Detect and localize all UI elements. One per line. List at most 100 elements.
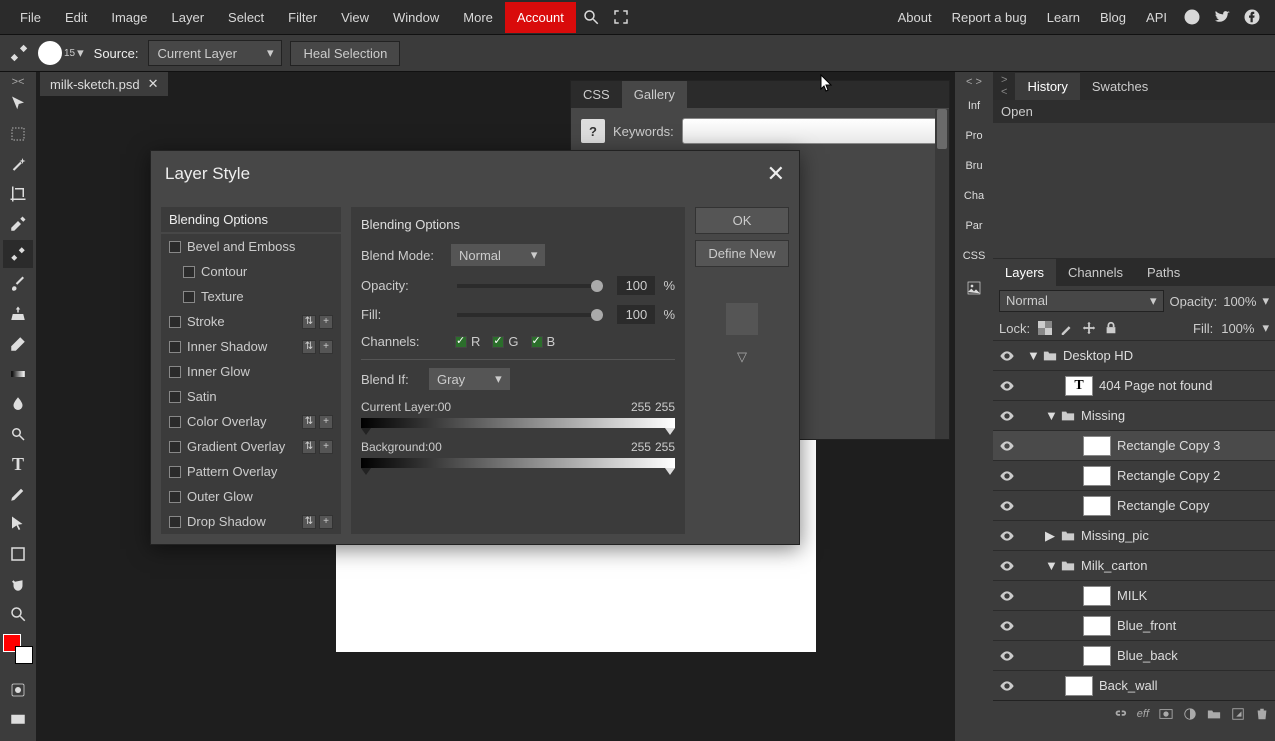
layer-mask-icon[interactable]: [1159, 707, 1173, 721]
layer-row[interactable]: Back_wall: [993, 670, 1275, 700]
effect-checkbox[interactable]: [183, 266, 195, 278]
opacity-input[interactable]: 100: [617, 276, 655, 295]
tab-css[interactable]: CSS: [571, 81, 622, 108]
opacity-chevron-icon[interactable]: ▾: [1262, 293, 1269, 309]
color-swatches[interactable]: [3, 634, 33, 664]
menu-file[interactable]: File: [8, 2, 53, 33]
effect-reorder-icon[interactable]: ⇅: [302, 440, 316, 454]
quickmask-toggle[interactable]: [3, 676, 33, 704]
tab-paths[interactable]: Paths: [1135, 259, 1192, 286]
menu-layer[interactable]: Layer: [160, 2, 217, 33]
define-new-button[interactable]: Define New: [695, 240, 789, 267]
channel-g-checkbox[interactable]: G: [492, 334, 518, 349]
menu-about[interactable]: About: [888, 2, 942, 33]
channel-b-checkbox[interactable]: B: [531, 334, 556, 349]
layer-row[interactable]: MILK: [993, 580, 1275, 610]
effect-reorder-icon[interactable]: ⇅: [302, 340, 316, 354]
effect-checkbox[interactable]: [169, 516, 181, 528]
menu-window[interactable]: Window: [381, 2, 451, 33]
heal-tool[interactable]: [3, 240, 33, 268]
crop-tool[interactable]: [3, 180, 33, 208]
wand-tool[interactable]: [3, 150, 33, 178]
sidetab-character[interactable]: Cha: [960, 184, 988, 208]
document-tab[interactable]: milk-sketch.psd ✕: [40, 72, 168, 96]
effect-drop-shadow[interactable]: Drop Shadow⇅+: [161, 509, 341, 534]
blendif-bg-slider[interactable]: [361, 458, 675, 468]
visibility-icon[interactable]: [999, 618, 1015, 634]
blendif-curlayer-slider[interactable]: [361, 418, 675, 428]
type-tool[interactable]: T: [3, 450, 33, 478]
gradient-tool[interactable]: [3, 360, 33, 388]
dialog-close-icon[interactable]: ✕: [767, 161, 785, 187]
layer-row[interactable]: ▶Missing_pic: [993, 520, 1275, 550]
delete-layer-icon[interactable]: [1255, 707, 1269, 721]
sidetab-paragraph[interactable]: Par: [961, 214, 986, 238]
expand-icon[interactable]: ▼: [1045, 558, 1055, 573]
channel-r-checkbox[interactable]: R: [455, 334, 480, 349]
effect-add-icon[interactable]: +: [319, 515, 333, 529]
layer-fill-value[interactable]: 100%: [1221, 321, 1254, 336]
sidetab-brush[interactable]: Bru: [961, 154, 986, 178]
effect-checkbox[interactable]: [183, 291, 195, 303]
new-layer-icon[interactable]: [1231, 707, 1245, 721]
preview-chevron-icon[interactable]: ▽: [737, 349, 747, 365]
visibility-icon[interactable]: [999, 648, 1015, 664]
effect-bevel-and-emboss[interactable]: Bevel and Emboss: [161, 234, 341, 259]
layer-effects-button[interactable]: eff: [1137, 708, 1149, 720]
visibility-icon[interactable]: [999, 348, 1015, 364]
blendif-dropdown[interactable]: Gray▾: [429, 368, 510, 390]
blur-tool[interactable]: [3, 390, 33, 418]
effect-color-overlay[interactable]: Color Overlay⇅+: [161, 409, 341, 434]
effect-checkbox[interactable]: [169, 491, 181, 503]
tab-history[interactable]: History: [1015, 73, 1079, 100]
effect-gradient-overlay[interactable]: Gradient Overlay⇅+: [161, 434, 341, 459]
lock-move-icon[interactable]: [1082, 321, 1096, 335]
menu-blog[interactable]: Blog: [1090, 2, 1136, 33]
marquee-tool[interactable]: [3, 120, 33, 148]
background-color[interactable]: [15, 646, 33, 664]
menu-select[interactable]: Select: [216, 2, 276, 33]
zoom-tool[interactable]: [3, 600, 33, 628]
tab-swatches[interactable]: Swatches: [1080, 73, 1160, 100]
menu-more[interactable]: More: [451, 2, 505, 33]
fill-slider[interactable]: [457, 313, 603, 317]
visibility-icon[interactable]: [999, 558, 1015, 574]
effect-checkbox[interactable]: [169, 416, 181, 428]
effect-checkbox[interactable]: [169, 466, 181, 478]
dodge-tool[interactable]: [3, 420, 33, 448]
opacity-slider[interactable]: [457, 284, 603, 288]
effects-header[interactable]: Blending Options: [161, 207, 341, 232]
clone-tool[interactable]: [3, 300, 33, 328]
effect-stroke[interactable]: Stroke⇅+: [161, 309, 341, 334]
source-dropdown[interactable]: Current Layer▾: [148, 40, 282, 66]
layer-row[interactable]: Rectangle Copy: [993, 490, 1275, 520]
effect-reorder-icon[interactable]: ⇅: [302, 315, 316, 329]
move-tool[interactable]: [3, 90, 33, 118]
heal-selection-button[interactable]: Heal Selection: [290, 41, 400, 66]
expand-icon[interactable]: ▶: [1045, 528, 1055, 544]
effect-contour[interactable]: Contour: [161, 259, 341, 284]
effect-checkbox[interactable]: [169, 341, 181, 353]
effect-outer-glow[interactable]: Outer Glow: [161, 484, 341, 509]
screenmode-toggle[interactable]: [3, 706, 33, 734]
effect-add-icon[interactable]: +: [319, 315, 333, 329]
menu-filter[interactable]: Filter: [276, 2, 329, 33]
layer-row[interactable]: ▼Desktop HD: [993, 340, 1275, 370]
keywords-input[interactable]: [682, 118, 939, 144]
effect-checkbox[interactable]: [169, 241, 181, 253]
effect-inner-shadow[interactable]: Inner Shadow⇅+: [161, 334, 341, 359]
menu-api[interactable]: API: [1136, 2, 1177, 33]
layer-row[interactable]: Blue_front: [993, 610, 1275, 640]
expand-icon[interactable]: ▼: [1027, 348, 1037, 363]
layer-row[interactable]: ▼Milk_carton: [993, 550, 1275, 580]
search-icon[interactable]: [582, 8, 600, 26]
tab-gallery[interactable]: Gallery: [622, 81, 687, 108]
expand-icon[interactable]: ▼: [1045, 408, 1055, 423]
link-layers-icon[interactable]: [1113, 707, 1127, 721]
blend-mode-dropdown[interactable]: Normal▾: [451, 244, 545, 266]
brush-tool[interactable]: [3, 270, 33, 298]
layer-row[interactable]: ▼Missing: [993, 400, 1275, 430]
visibility-icon[interactable]: [999, 588, 1015, 604]
brush-preview[interactable]: [38, 41, 62, 65]
effect-reorder-icon[interactable]: ⇅: [302, 515, 316, 529]
